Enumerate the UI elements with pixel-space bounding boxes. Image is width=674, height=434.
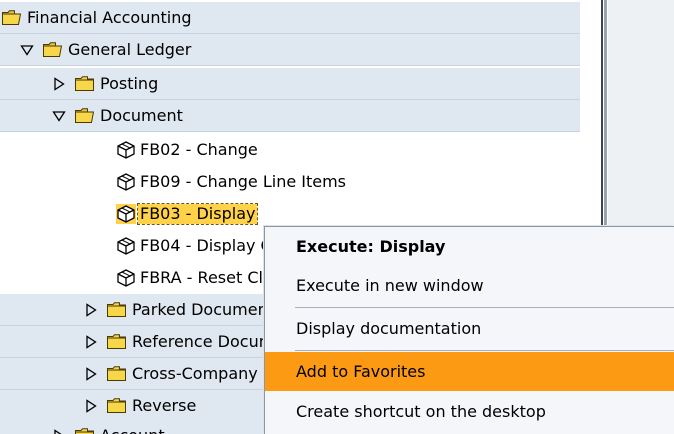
tree-node-label: Financial Accounting [27, 7, 192, 27]
menu-item-add-to-favorites[interactable]: Add to Favorites [265, 352, 674, 391]
menu-item-label: Execute in new window [296, 275, 484, 295]
tree-node-label: Reverse [132, 395, 197, 415]
tree-node-posting[interactable]: Posting [0, 68, 580, 100]
menu-item-execute-display[interactable]: Execute: Display [265, 227, 674, 266]
tree-node-label: Parked Documents [132, 299, 283, 319]
folder-icon [75, 76, 94, 91]
menu-item-label: Create shortcut on the desktop [296, 401, 546, 421]
tree-node-document[interactable]: Document [0, 100, 580, 132]
collapsed-arrow-icon[interactable] [84, 398, 98, 413]
transaction-cube-icon [116, 204, 136, 224]
collapsed-arrow-icon[interactable] [84, 334, 98, 349]
menu-item-label: Add to Favorites [296, 361, 426, 381]
tree-node-fb09[interactable]: FB09 - Change Line Items [0, 166, 580, 198]
folder-icon [107, 398, 126, 413]
menu-item-execute-new-window[interactable]: Execute in new window [265, 266, 674, 305]
tree-node-label: FB02 - Change [140, 140, 258, 159]
tree-node-financial-accounting[interactable]: Financial Accounting [0, 2, 580, 34]
menu-item-display-documentation[interactable]: Display documentation [265, 309, 674, 348]
tree-node-label: FB03 - Display [136, 203, 259, 225]
context-menu: Execute: Display Execute in new window D… [264, 226, 674, 434]
tree-node-general-ledger[interactable]: General Ledger [0, 34, 580, 66]
collapsed-arrow-icon[interactable] [52, 76, 66, 91]
expanded-arrow-icon[interactable] [52, 109, 66, 123]
folder-open-icon [75, 108, 94, 123]
collapsed-arrow-icon[interactable] [84, 366, 98, 381]
tree-node-label: Account [100, 426, 165, 434]
transaction-cube-icon [116, 172, 136, 192]
transaction-cube-icon [116, 140, 136, 160]
tree-node-fb02[interactable]: FB02 - Change [0, 134, 580, 166]
folder-icon [107, 366, 126, 381]
collapsed-arrow-icon[interactable] [52, 428, 66, 434]
menu-separator [295, 350, 674, 351]
folder-icon [107, 302, 126, 317]
tree-node-label: Document [100, 105, 183, 125]
folder-open-icon [43, 42, 62, 57]
folder-open-icon [2, 10, 21, 25]
menu-item-create-shortcut[interactable]: Create shortcut on the desktop [265, 392, 674, 431]
collapsed-arrow-icon[interactable] [84, 302, 98, 317]
menu-item-label: Execute: Display [296, 236, 446, 256]
expanded-arrow-icon[interactable] [20, 43, 34, 57]
menu-separator [295, 307, 674, 308]
tree-node-label: FB09 - Change Line Items [140, 172, 347, 191]
folder-icon [107, 334, 126, 349]
tree-node-label: Posting [100, 73, 159, 93]
tree-node-label: General Ledger [68, 39, 192, 59]
transaction-cube-icon [116, 236, 136, 256]
transaction-cube-icon [116, 268, 136, 288]
folder-icon [75, 428, 94, 434]
menu-item-label: Display documentation [296, 318, 482, 338]
